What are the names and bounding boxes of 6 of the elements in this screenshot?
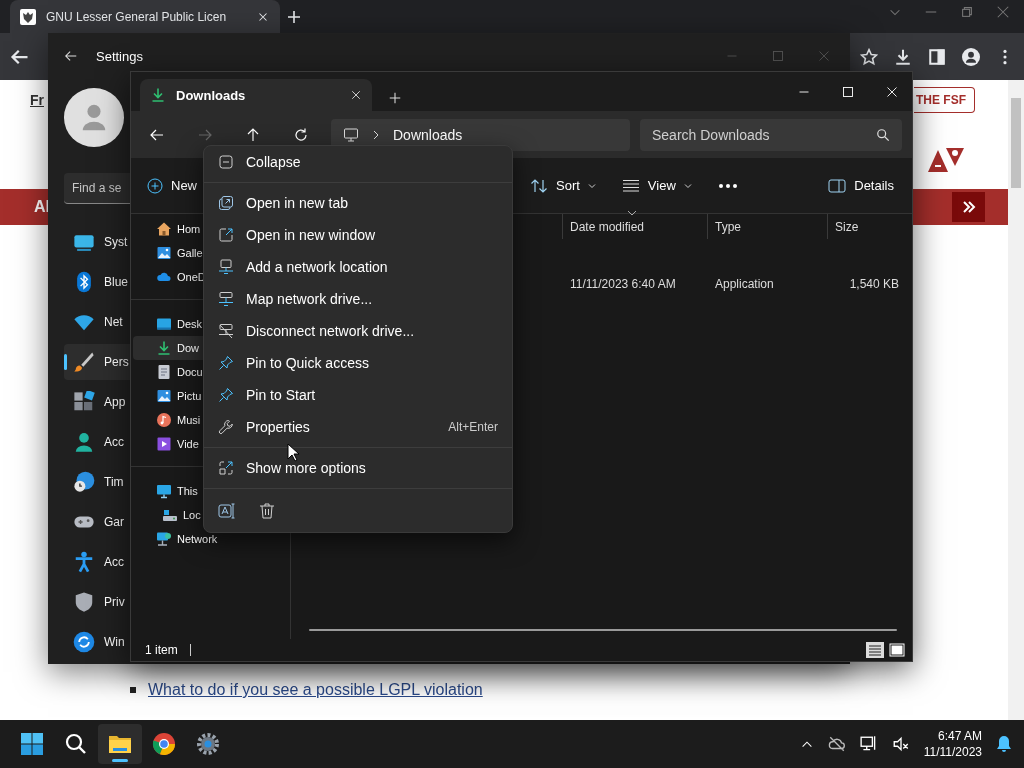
table-cell-text: 1,540 KB	[848, 277, 900, 291]
window-title: Settings	[96, 49, 143, 64]
status-text: 1 item	[145, 643, 178, 657]
table-cell-text: 11/11/2023 6:40 AM	[569, 277, 677, 291]
tab-title: GNU Lesser General Public Licen	[46, 9, 228, 24]
table-cell-text: Application	[714, 277, 775, 291]
